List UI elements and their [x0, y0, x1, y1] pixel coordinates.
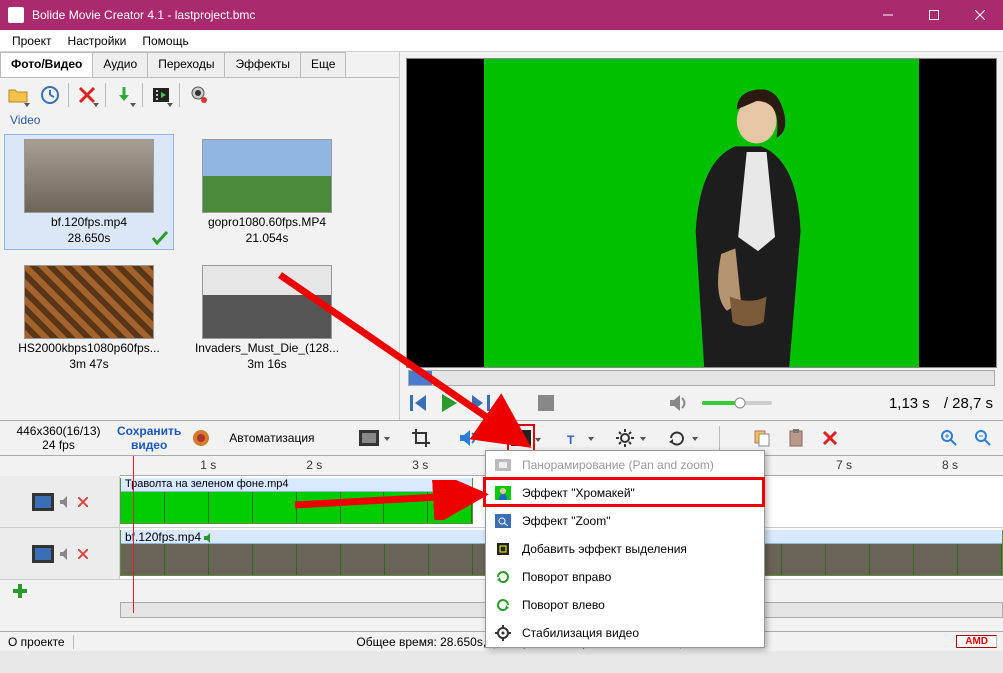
status-total-time: Общее время: 28.650s, — [348, 635, 495, 649]
preview-viewport[interactable] — [406, 58, 997, 368]
timeline-clip[interactable]: Траволта на зеленом фоне.mp4 — [120, 478, 473, 524]
scrub-bar[interactable] — [408, 370, 995, 386]
delete-button[interactable] — [73, 81, 101, 109]
track-delete-icon[interactable] — [78, 497, 88, 507]
menu-rotate-right[interactable]: Поворот вправо — [486, 563, 764, 591]
film-button[interactable] — [355, 424, 383, 452]
amd-badge: AMD — [956, 635, 997, 648]
time-current: 1,13 s — [889, 395, 930, 412]
tab-effects[interactable]: Эффекты — [224, 52, 301, 77]
pan-icon — [494, 456, 512, 474]
zoom-effect-icon — [494, 512, 512, 530]
maximize-button[interactable] — [911, 0, 957, 30]
media-thumb — [202, 265, 332, 339]
rotate-right-icon — [494, 568, 512, 586]
media-name: bf.120fps.mp4 — [51, 215, 127, 229]
brightness-button[interactable] — [611, 424, 639, 452]
tab-audio[interactable]: Аудио — [92, 52, 148, 77]
check-icon — [151, 231, 169, 245]
rotate-left-icon — [494, 596, 512, 614]
svg-text:T: T — [567, 433, 575, 446]
menu-project[interactable]: Проект — [4, 32, 60, 50]
rotate-button[interactable] — [663, 424, 691, 452]
mute-icon[interactable] — [60, 548, 72, 560]
timeline-toolbar: 446x360(16/13) 24 fps Сохранить видео Ав… — [0, 420, 1003, 456]
minimize-button[interactable] — [865, 0, 911, 30]
titlebar: Bolide Movie Creator 4.1 - lastproject.b… — [0, 0, 1003, 30]
tab-transitions[interactable]: Переходы — [147, 52, 225, 77]
stabilize-icon — [494, 624, 512, 642]
menu-help[interactable]: Помощь — [134, 32, 196, 50]
media-pane: Фото/Видео Аудио Переходы Эффекты Еще Vi… — [0, 52, 400, 420]
crop-button[interactable] — [407, 424, 435, 452]
audio-button[interactable] — [455, 424, 483, 452]
paste-button[interactable] — [782, 424, 810, 452]
menu-chromakey[interactable]: Эффект "Хромакей" — [486, 479, 764, 507]
playhead[interactable] — [133, 456, 134, 613]
copy-button[interactable] — [748, 424, 776, 452]
track-head[interactable] — [0, 528, 120, 579]
open-folder-button[interactable] — [4, 81, 32, 109]
status-about[interactable]: О проекте — [0, 635, 74, 649]
step-fwd-button[interactable] — [472, 395, 490, 411]
automation-button[interactable]: Автоматизация — [221, 431, 322, 445]
media-thumb — [202, 139, 332, 213]
media-duration: 3m 47s — [69, 357, 108, 371]
app-icon — [8, 7, 24, 23]
tab-more[interactable]: Еще — [300, 52, 346, 77]
menu-pan-zoom: Панорамирование (Pan and zoom) — [486, 451, 764, 479]
main-menu: Проект Настройки Помощь — [0, 30, 1003, 52]
menu-rotate-left[interactable]: Поворот влево — [486, 591, 764, 619]
filmstrip-icon — [32, 545, 54, 563]
media-item[interactable]: gopro1080.60fps.MP4 21.054s — [182, 134, 352, 250]
menu-zoom-effect[interactable]: Эффект "Zoom" — [486, 507, 764, 535]
effects-dropdown: Панорамирование (Pan and zoom) Эффект "Х… — [485, 450, 765, 648]
media-name: gopro1080.60fps.MP4 — [208, 215, 326, 229]
track-head[interactable] — [0, 476, 120, 527]
media-item[interactable]: Invaders_Must_Die_(128... 3m 16s — [182, 260, 352, 376]
media-thumb — [24, 265, 154, 339]
section-label: Video — [0, 112, 399, 128]
step-back-button[interactable] — [410, 395, 428, 411]
filmstrip-icon — [32, 493, 54, 511]
media-duration: 28.650s — [68, 231, 111, 245]
recent-button[interactable] — [36, 81, 64, 109]
preview-pane: 1,13 s / 28,7 s — [400, 52, 1003, 420]
webcam-button[interactable] — [184, 81, 212, 109]
volume-slider[interactable] — [702, 397, 772, 409]
media-item[interactable]: HS2000kbps1080p60fps... 3m 47s — [4, 260, 174, 376]
delete-clip-button[interactable] — [816, 424, 844, 452]
close-button[interactable] — [957, 0, 1003, 30]
download-button[interactable] — [110, 81, 138, 109]
clip-label: Траволта на зеленом фоне.mp4 — [121, 478, 472, 492]
clip-button[interactable] — [147, 81, 175, 109]
menu-stabilize[interactable]: Стабилизация видео — [486, 619, 764, 647]
window-title: Bolide Movie Creator 4.1 - lastproject.b… — [32, 8, 865, 22]
menu-highlight-effect[interactable]: Добавить эффект выделения — [486, 535, 764, 563]
time-total: / 28,7 s — [944, 395, 993, 412]
chromakey-icon — [494, 484, 512, 502]
volume-icon[interactable] — [670, 395, 688, 411]
track-delete-icon[interactable] — [78, 549, 88, 559]
text-button[interactable]: T — [559, 424, 587, 452]
media-duration: 21.054s — [246, 231, 289, 245]
video-effects-button[interactable] — [507, 424, 535, 452]
media-name: Invaders_Must_Die_(128... — [195, 341, 339, 355]
media-item[interactable]: bf.120fps.mp4 28.650s — [4, 134, 174, 250]
zoom-out-button[interactable] — [969, 424, 997, 452]
mute-icon[interactable] — [60, 496, 72, 508]
save-video-button[interactable]: Сохранить видео — [117, 424, 181, 452]
media-name: HS2000kbps1080p60fps... — [18, 341, 159, 355]
tab-photo-video[interactable]: Фото/Видео — [0, 52, 93, 77]
play-button[interactable] — [442, 394, 458, 412]
record-button[interactable] — [187, 424, 215, 452]
media-thumb — [24, 139, 154, 213]
stop-button[interactable] — [538, 395, 554, 411]
highlight-icon — [494, 540, 512, 558]
project-info: 446x360(16/13) 24 fps — [6, 424, 111, 452]
menu-settings[interactable]: Настройки — [60, 32, 135, 50]
zoom-in-button[interactable] — [935, 424, 963, 452]
media-duration: 3m 16s — [247, 357, 286, 371]
